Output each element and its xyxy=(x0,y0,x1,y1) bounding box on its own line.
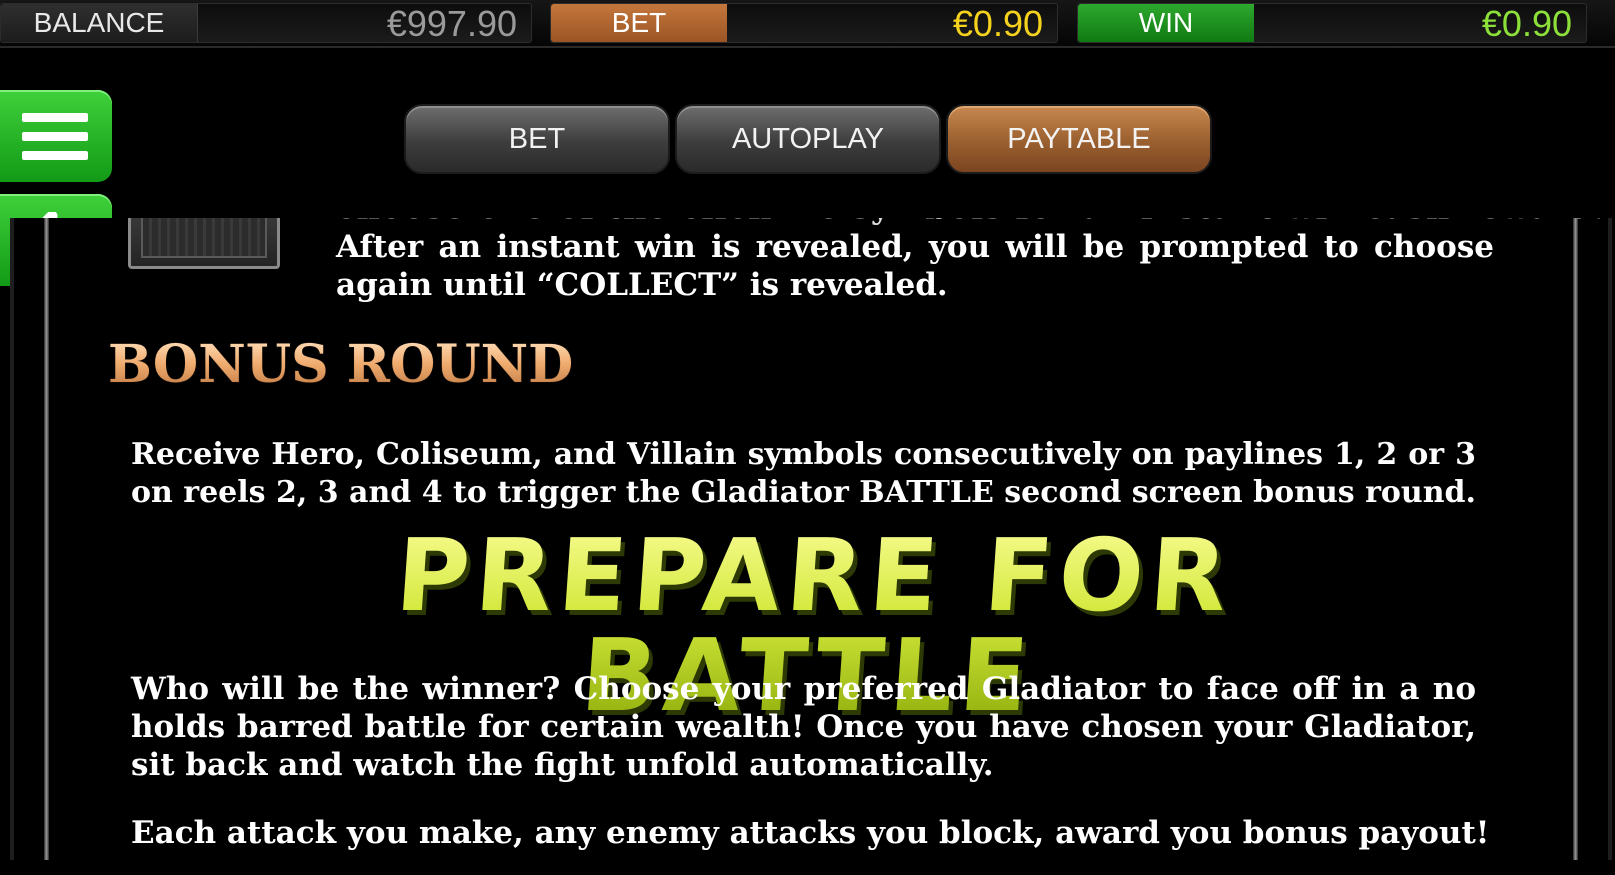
tab-autoplay[interactable]: AUTOPLAY xyxy=(675,104,941,174)
instant-win-cut-line: choose one of the click me symbols for a… xyxy=(336,218,1604,226)
attack-text: Each attack you make, any enemy attacks … xyxy=(131,815,1490,851)
balance-display: BALANCE €997.90 xyxy=(0,3,532,44)
tab-bet[interactable]: BET xyxy=(404,104,670,174)
menu-button[interactable] xyxy=(0,90,112,182)
win-display: WIN €0.90 xyxy=(1077,3,1587,44)
bet-label: BET xyxy=(551,4,727,42)
balance-label: BALANCE xyxy=(1,4,198,42)
hamburger-menu-icon xyxy=(22,113,88,161)
tab-paytable[interactable]: PAYTABLE xyxy=(946,104,1212,174)
panel-right-rail xyxy=(1573,218,1578,860)
win-label: WIN xyxy=(1078,4,1254,42)
balance-value: €997.90 xyxy=(386,3,517,44)
bet-value: €0.90 xyxy=(952,3,1043,44)
win-value: €0.90 xyxy=(1481,3,1572,44)
status-bar: BALANCE €997.90 BET €0.90 WIN €0.90 xyxy=(0,0,1615,48)
winner-text: Who will be the winner? Choose your pref… xyxy=(131,671,1476,783)
panel-left-rail xyxy=(44,218,49,860)
instant-win-text: After an instant win is revealed, you wi… xyxy=(336,229,1494,303)
bet-display: BET €0.90 xyxy=(550,3,1058,44)
bonus-symbol-thumbnail xyxy=(128,218,280,269)
bonus-round-heading: BONUS ROUND xyxy=(108,334,574,395)
bonus-trigger-text: Receive Hero, Coliseum, and Villain symb… xyxy=(131,437,1476,510)
paytable-panel[interactable]: choose one of the click me symbols for a… xyxy=(10,218,1612,860)
